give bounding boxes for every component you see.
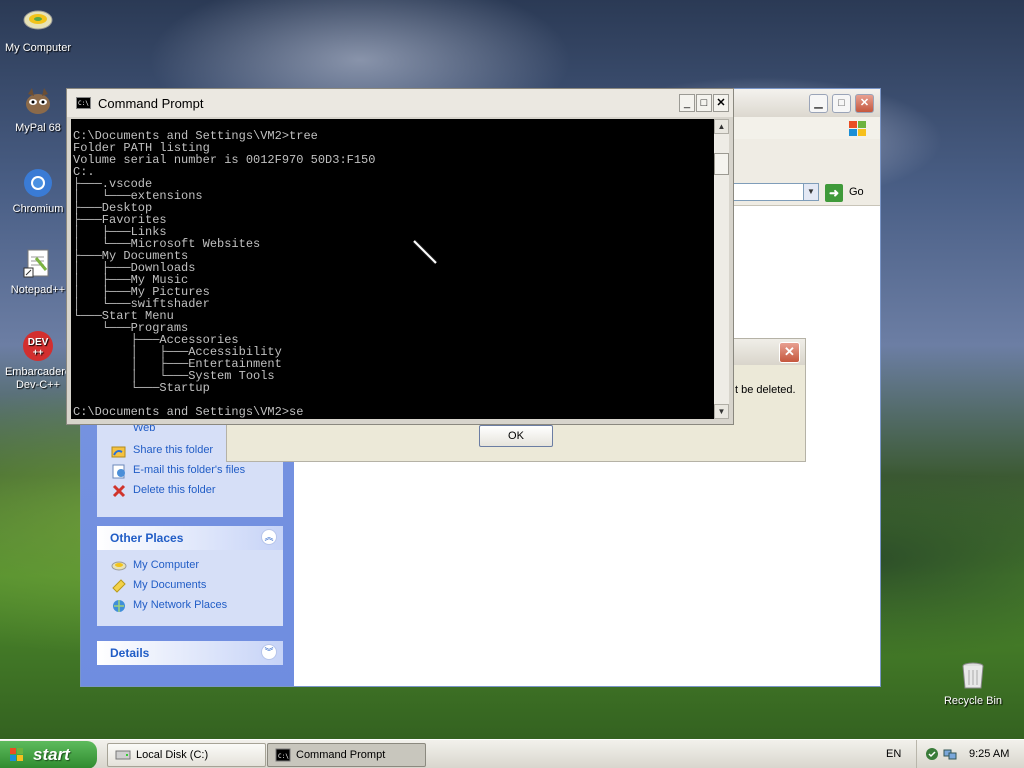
other-places-header[interactable]: Other Places ︽ — [97, 526, 283, 550]
dev-cpp-icon: DEV ++ — [22, 330, 54, 362]
explorer-maximize-button[interactable]: □ — [832, 94, 851, 113]
panel-title: Other Places — [110, 531, 184, 545]
task-email-files[interactable]: E-mail this folder's files — [97, 461, 283, 481]
mouse-pointer-icon — [410, 237, 440, 267]
desktop-icon-mypal[interactable]: MyPal 68 — [0, 86, 76, 135]
cmd-title-bar[interactable]: C:\ Command Prompt _ □ ✕ — [67, 89, 733, 117]
windows-flag-icon — [9, 747, 25, 763]
go-label: Go — [849, 186, 864, 198]
delete-icon — [111, 483, 127, 499]
address-dropdown-button[interactable]: ▼ — [803, 183, 819, 201]
panel-title: Details — [110, 646, 150, 660]
task-label: Delete this folder — [133, 484, 216, 496]
cmd-icon: C:\ — [275, 748, 291, 762]
svg-text:C:\: C:\ — [278, 753, 289, 760]
cmd-minimize-button[interactable]: _ — [679, 94, 695, 112]
dialog-message: t be deleted. — [735, 384, 796, 396]
explorer-minimize-button[interactable]: ▁ — [809, 94, 828, 113]
dialog-close-button[interactable]: ✕ — [779, 342, 800, 363]
place-label: My Network Places — [133, 599, 228, 611]
desktop-icon-my-computer[interactable]: My Computer — [0, 6, 76, 55]
desktop-icon-label: Dev-C++ — [15, 379, 61, 391]
place-my-computer[interactable]: My Computer — [97, 556, 283, 576]
cmd-maximize-button[interactable]: □ — [696, 94, 712, 112]
expand-chevron-icon[interactable]: ︾ — [261, 644, 277, 660]
desktop-icon-label: My Computer — [4, 42, 72, 54]
mypal-icon — [22, 86, 54, 118]
ok-button[interactable]: OK — [479, 425, 553, 447]
place-label: My Documents — [133, 579, 207, 591]
task-delete-folder[interactable]: Delete this folder — [97, 481, 283, 501]
place-label: My Computer — [133, 559, 200, 571]
scroll-up-button[interactable]: ▲ — [714, 119, 729, 134]
my-computer-icon — [111, 558, 127, 574]
recycle-bin-icon — [957, 659, 989, 691]
cmd-title: Command Prompt — [98, 96, 204, 111]
command-prompt-window: C:\ Command Prompt _ □ ✕ C:\Documents an… — [66, 88, 734, 425]
desktop: My Computer MyPal 68 Chromium Notepad++ … — [0, 0, 1024, 768]
drive-icon — [115, 748, 131, 762]
desktop-icon-label: Embarcadero — [4, 366, 72, 378]
console-text: C:\Documents and Settings\VM2>tree Folde… — [71, 119, 714, 418]
place-my-documents[interactable]: My Documents — [97, 576, 283, 596]
share-folder-icon — [111, 443, 127, 459]
details-header[interactable]: Details ︾ — [97, 641, 283, 665]
task-label: Share this folder — [133, 444, 214, 456]
scroll-down-button[interactable]: ▼ — [714, 404, 729, 419]
network-icon[interactable] — [943, 747, 957, 761]
desktop-icon-chromium[interactable]: Chromium — [0, 167, 76, 216]
other-places-panel: Other Places ︽ My Computer My Documents … — [97, 526, 283, 626]
cmd-icon: C:\ — [76, 97, 91, 109]
taskbar-button-label: Command Prompt — [296, 749, 386, 761]
taskbar-button-local-disk[interactable]: Local Disk (C:) — [107, 743, 266, 767]
cmd-close-button[interactable]: ✕ — [713, 94, 729, 112]
cmd-scrollbar[interactable]: ▲ ▼ — [714, 119, 729, 419]
desktop-icon-label: Chromium — [12, 203, 64, 215]
console-line: Volume serial number is 0012F970 50D3:F1… — [73, 153, 376, 167]
task-label: E-mail this folder's files — [133, 464, 246, 476]
notepad-plus-plus-icon — [22, 248, 54, 280]
email-icon — [111, 463, 127, 479]
console-line: C:\Documents and Settings\VM2>se — [73, 405, 304, 419]
go-arrow-icon: ➜ — [825, 184, 843, 202]
svg-text:++: ++ — [33, 347, 44, 357]
console-line: └───Startup — [73, 381, 210, 395]
clock[interactable]: 9:25 AM — [969, 748, 1009, 760]
explorer-close-button[interactable]: ✕ — [855, 94, 874, 113]
scroll-thumb[interactable] — [714, 153, 729, 175]
network-places-icon — [111, 598, 127, 614]
chromium-icon — [22, 167, 54, 199]
desktop-icon-label: Notepad++ — [10, 284, 66, 296]
desktop-icon-dev-cpp[interactable]: DEV ++ Embarcadero Dev-C++ — [0, 330, 76, 392]
my-documents-icon — [111, 578, 127, 594]
collapse-chevron-icon[interactable]: ︽ — [261, 529, 277, 545]
my-computer-icon — [22, 6, 54, 38]
security-center-icon[interactable] — [925, 747, 939, 761]
taskbar-button-command-prompt[interactable]: C:\ Command Prompt — [267, 743, 426, 767]
desktop-icon-notepad-plus-plus[interactable]: Notepad++ — [0, 248, 76, 297]
place-network-places[interactable]: My Network Places — [97, 596, 283, 616]
taskbar: start Local Disk (C:) C:\ Command Prompt… — [0, 739, 1024, 768]
desktop-icon-recycle-bin[interactable]: Recycle Bin — [935, 659, 1011, 708]
taskbar-button-label: Local Disk (C:) — [136, 749, 209, 761]
start-button[interactable]: start — [0, 741, 97, 768]
system-tray: 9:25 AM — [916, 740, 1024, 768]
windows-flag-icon — [845, 119, 871, 139]
console-output[interactable]: C:\Documents and Settings\VM2>tree Folde… — [71, 119, 714, 419]
language-indicator[interactable]: EN — [886, 748, 901, 760]
start-label: start — [33, 745, 70, 764]
desktop-icon-label: Recycle Bin — [943, 695, 1003, 707]
desktop-icon-label: MyPal 68 — [15, 122, 61, 134]
details-panel: Details ︾ — [97, 641, 283, 665]
